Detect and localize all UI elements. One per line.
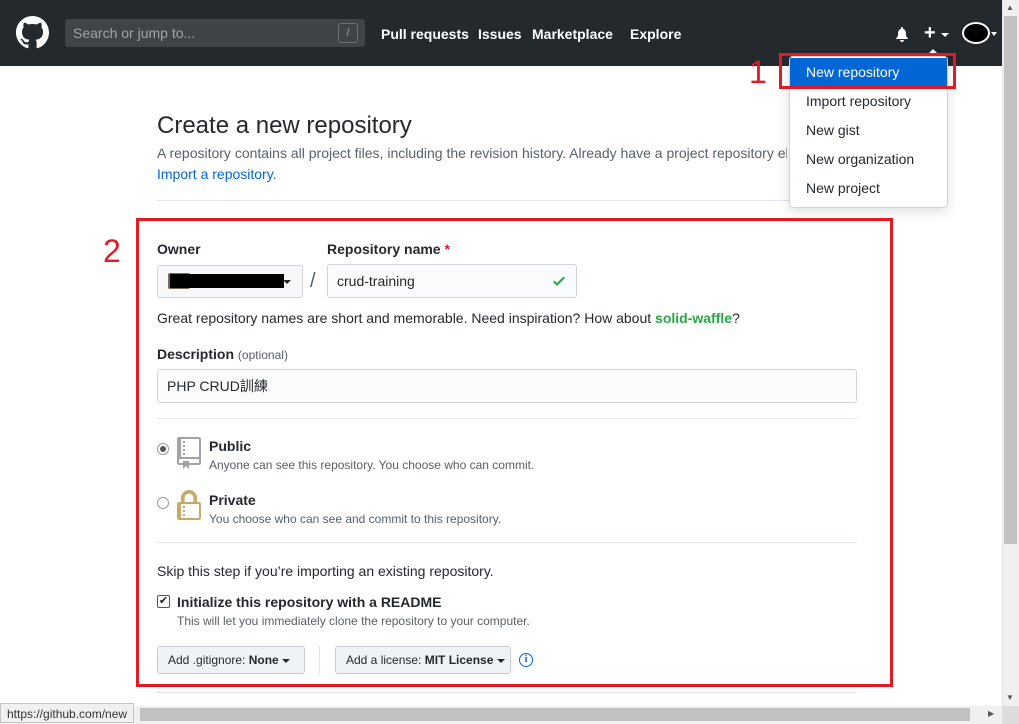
vertical-scrollbar-thumb[interactable]	[1004, 16, 1017, 544]
scrollbar-corner	[1002, 706, 1019, 724]
chevron-down-icon	[941, 33, 949, 37]
divider	[157, 692, 857, 693]
page-title: Create a new repository	[157, 112, 412, 139]
nav-issues[interactable]: Issues	[478, 26, 522, 42]
annotation-box-1	[779, 53, 956, 89]
divider	[157, 200, 857, 201]
github-logo-icon[interactable]	[16, 16, 49, 49]
search-placeholder: Search or jump to...	[73, 25, 196, 41]
menu-item-new-organization[interactable]: New organization	[790, 145, 947, 173]
search-shortcut-hint: /	[338, 23, 358, 43]
status-bar-url: https://github.com/new	[0, 703, 135, 723]
page-subtitle: A repository contains all project files,…	[157, 145, 787, 161]
avatar[interactable]	[962, 22, 990, 44]
import-repository-link[interactable]: Import a repository.	[157, 166, 277, 182]
menu-item-new-gist[interactable]: New gist	[790, 116, 947, 144]
annotation-box-2	[136, 218, 893, 687]
scroll-right-icon[interactable]: ▶	[988, 709, 994, 718]
menu-item-new-project[interactable]: New project	[790, 174, 947, 202]
nav-pull-requests[interactable]: Pull requests	[381, 26, 469, 42]
annotation-marker-2: 2	[103, 233, 121, 269]
nav-marketplace[interactable]: Marketplace	[532, 26, 613, 42]
scroll-up-icon[interactable]: ▲	[1006, 3, 1014, 12]
nav-explore[interactable]: Explore	[630, 26, 681, 42]
avatar-chevron-down-icon	[991, 32, 997, 36]
bell-icon[interactable]	[895, 27, 909, 43]
scroll-down-icon[interactable]: ▼	[1006, 693, 1014, 702]
menu-item-import-repository[interactable]: Import repository	[790, 87, 947, 115]
horizontal-scrollbar-thumb[interactable]	[140, 708, 970, 721]
plus-icon[interactable]: +	[924, 22, 936, 45]
annotation-marker-1: 1	[749, 54, 767, 90]
